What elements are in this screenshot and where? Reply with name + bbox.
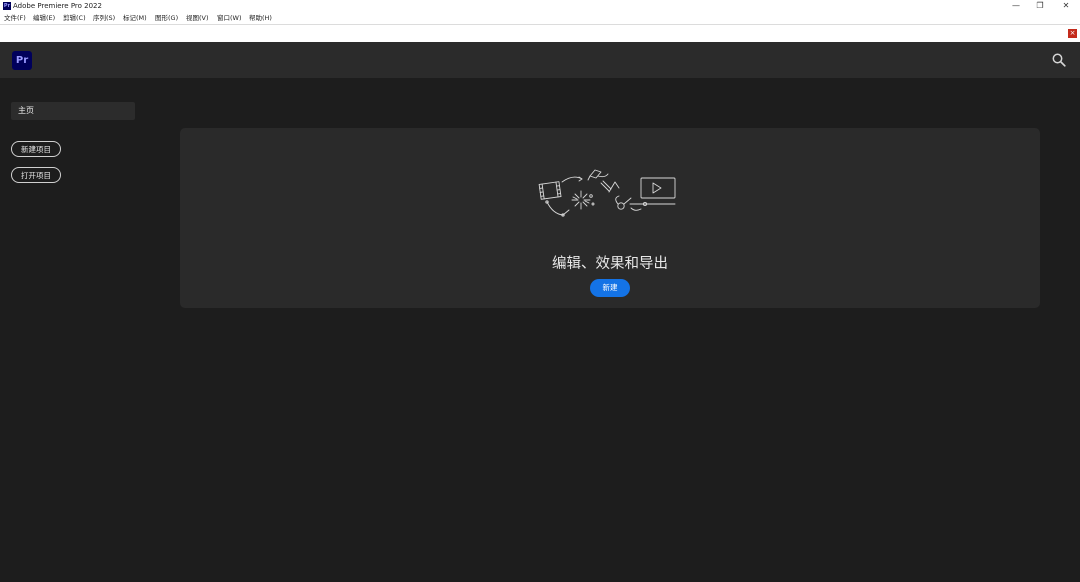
new-project-button[interactable]: 新建项目 — [11, 141, 61, 157]
title-bar: Pr Adobe Premiere Pro 2022 — ❐ ✕ — [0, 0, 1080, 12]
minimize-button[interactable]: — — [1004, 0, 1028, 12]
premiere-logo: Pr — [12, 51, 32, 70]
new-button[interactable]: 新建 — [590, 279, 630, 297]
menu-sequence[interactable]: 序列(S) — [93, 12, 115, 24]
menu-view[interactable]: 视图(V) — [186, 12, 209, 24]
edit-effects-export-illustration — [538, 169, 676, 217]
notification-band: × — [0, 24, 1080, 42]
getting-started-card: 编辑、效果和导出 新建 — [180, 128, 1040, 308]
window-title: Adobe Premiere Pro 2022 — [13, 2, 102, 10]
premiere-app-icon: Pr — [3, 2, 11, 10]
app-header: Pr — [0, 42, 1080, 78]
menu-clip[interactable]: 剪辑(C) — [63, 12, 86, 24]
menu-file[interactable]: 文件(F) — [4, 12, 26, 24]
menu-graphics[interactable]: 图形(G) — [155, 12, 178, 24]
restore-button[interactable]: ❐ — [1028, 0, 1052, 12]
open-project-button[interactable]: 打开项目 — [11, 167, 61, 183]
search-icon[interactable] — [1052, 53, 1066, 67]
menu-window[interactable]: 窗口(W) — [217, 12, 242, 24]
band-close-button[interactable]: × — [1068, 29, 1077, 38]
menu-edit[interactable]: 编辑(E) — [33, 12, 55, 24]
menu-help[interactable]: 帮助(H) — [249, 12, 272, 24]
menu-markers[interactable]: 标记(M) — [123, 12, 147, 24]
card-title: 编辑、效果和导出 — [552, 256, 668, 272]
close-window-button[interactable]: ✕ — [1054, 0, 1078, 12]
sidebar-item-home[interactable]: 主页 — [11, 102, 135, 120]
menu-bar: 文件(F) 编辑(E) 剪辑(C) 序列(S) 标记(M) 图形(G) 视图(V… — [0, 12, 1080, 24]
